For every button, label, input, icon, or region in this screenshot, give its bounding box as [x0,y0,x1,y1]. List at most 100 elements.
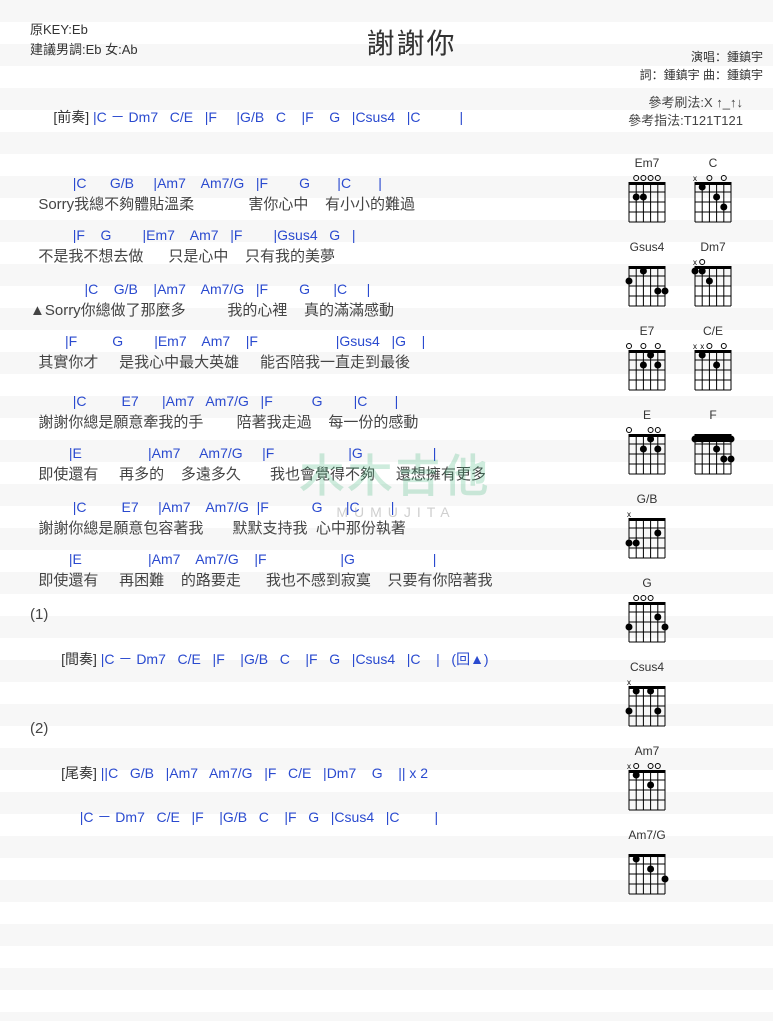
song-title: 謝謝你 [230,18,593,84]
header: 原KEY:Eb 建議男調:Eb 女:Ab 謝謝你 演唱：鍾鎮宇 詞：鍾鎮宇 曲：… [30,18,763,84]
chord-diagram: G [623,576,671,644]
chord-diagrams-column: Em7CxGsus4Dm7xE7C/ExxEFG/BxGCsus4xAm7xAm… [617,156,763,896]
reference-block: 參考刷法:X ↑_↑↓ 參考指法:T121T121 [628,94,763,130]
chord-line: |F G |Em7 Am7 |F |Gsus4 |G | [30,330,617,352]
chord-grid [689,424,737,476]
diagram-row: E7 C/E xx [623,324,763,392]
chord-diagram: Dm7 x [689,240,737,308]
diagram-row: Csus4 x [623,660,763,728]
main-area: |C G/B |Am7 Am7/G |F G |C | Sorry我總不夠體貼溫… [30,156,763,896]
outro-tag: [尾奏] [61,765,97,781]
diagram-row: Am7 x [623,744,763,812]
chord-grid: x [623,508,671,560]
chord-name: Dm7 [689,240,737,254]
chord-name: G/B [623,492,671,506]
marker-1: (1) [30,604,617,626]
lyric-line: ▲Sorry你總做了那麼多 我的心裡 真的滿滿感動 [30,300,617,322]
lyric-line: 即使還有 再困難 的路要走 我也不感到寂寞 只要有你陪著我 [30,570,617,592]
header-right: 演唱：鍾鎮宇 詞：鍾鎮宇 曲：鍾鎮宇 [593,18,763,84]
verse-pair: |F G |Em7 Am7 |F |Gsus4 |G | 其實你才 是我心中最大… [30,330,617,374]
verses: |C G/B |Am7 Am7/G |F G |C | Sorry我總不夠體貼溫… [30,172,617,592]
ref-finger: 參考指法:T121T121 [628,112,743,130]
chord-grid [623,172,671,224]
chord-name: Csus4 [623,660,671,674]
diagram-row: Am7/G [623,828,763,896]
chord-diagram: Am7 x [623,744,671,812]
chord-diagram: Csus4 x [623,660,671,728]
lyric-line: Sorry我總不夠體貼溫柔 害你心中 有小小的難過 [30,194,617,216]
verse-pair: |C E7 |Am7 Am7/G |F G |C | 謝謝你總是願意包容著我 默… [30,496,617,540]
diagram-row: G [623,576,763,644]
chord-diagram: G/B x [623,492,671,560]
chord-name: C/E [689,324,737,338]
interlude-chords: |C － Dm7 C/E |F |G/B C |F G |Csus4 |C | … [97,651,489,667]
lyric-line: 即使還有 再多的 多遠多久 我也會覺得不夠 還想擁有更多 [30,464,617,486]
chord-line: |E |Am7 Am7/G |F |G | [30,548,617,570]
chord-diagram: Em7 [623,156,671,224]
chord-grid: xx [689,340,737,392]
chord-diagram: Am7/G [623,828,671,896]
svg-text:x: x [627,510,631,519]
chord-name: Gsus4 [623,240,671,254]
chord-line: |C G/B |Am7 Am7/G |F G |C | [30,278,617,300]
chord-name: Am7 [623,744,671,758]
chord-name: F [689,408,737,422]
interlude-line: [間奏] |C － Dm7 C/E |F |G/B C |F G |Csus4 … [30,626,617,692]
intro-tag: [前奏] [53,109,89,125]
lyric-line: 不是我不想去做 只是心中 只有我的美夢 [30,246,617,268]
chord-grid: x [689,256,737,308]
chord-name: Am7/G [623,828,671,842]
lyric-line: 謝謝你總是願意牽我的手 陪著我走過 每一份的感動 [30,412,617,434]
outro-chords-1: ||C G/B |Am7 Am7/G |F C/E |Dm7 G || x 2 [97,765,428,781]
svg-text:x: x [693,258,697,267]
svg-text:x: x [693,174,697,183]
outro-line-2: |C － Dm7 C/E |F |G/B C |F G |Csus4 |C | [30,806,617,828]
credits: 詞：鍾鎮宇 曲：鍾鎮宇 [593,66,763,84]
chord-grid [623,592,671,644]
intro-line: [前奏] |C － Dm7 C/E |F |G/B C |F G |Csus4 … [30,84,628,150]
intro-row: [前奏] |C － Dm7 C/E |F |G/B C |F G |Csus4 … [30,84,763,150]
chord-grid: x [623,676,671,728]
chord-name: E [623,408,671,422]
header-left: 原KEY:Eb 建議男調:Eb 女:Ab [30,18,230,84]
verse-pair: |C G/B |Am7 Am7/G |F G |C | Sorry我總不夠體貼溫… [30,172,617,216]
chord-name: Em7 [623,156,671,170]
chord-grid [623,424,671,476]
diagram-row: Em7 Cx [623,156,763,224]
chord-grid [623,844,671,896]
chord-diagram: Gsus4 [623,240,671,308]
chord-line: |F G |Em7 Am7 |F |Gsus4 G | [30,224,617,246]
chord-name: E7 [623,324,671,338]
verse-pair: |E |Am7 Am7/G |F |G | 即使還有 再困難 的路要走 我也不感… [30,548,617,592]
diagram-row: EF [623,408,763,476]
page: 原KEY:Eb 建議男調:Eb 女:Ab 謝謝你 演唱：鍾鎮宇 詞：鍾鎮宇 曲：… [0,0,773,906]
verse-pair: |C E7 |Am7 Am7/G |F G |C | 謝謝你總是願意牽我的手 陪… [30,390,617,434]
suggested-key: 建議男調:Eb 女:Ab [30,40,230,60]
lyric-line: 謝謝你總是願意包容著我 默默支持我 心中那份執著 [30,518,617,540]
svg-text:x: x [700,342,704,351]
chord-name: G [623,576,671,590]
svg-text:x: x [693,342,697,351]
lyric-line: 其實你才 是我心中最大英雄 能否陪我一直走到最後 [30,352,617,374]
interlude-tag: [間奏] [61,651,97,667]
marker-2: (2) [30,718,617,740]
intro-chords: |C － Dm7 C/E |F |G/B C |F G |Csus4 |C | [89,109,463,125]
chord-diagram: F [689,408,737,476]
chord-diagram: E [623,408,671,476]
verse-pair: |F G |Em7 Am7 |F |Gsus4 G | 不是我不想去做 只是心中… [30,224,617,268]
chord-diagram: Cx [689,156,737,224]
chord-line: |C E7 |Am7 Am7/G |F G |C | [30,496,617,518]
chord-diagram: C/E xx [689,324,737,392]
svg-text:x: x [627,762,631,771]
verse-pair: |C G/B |Am7 Am7/G |F G |C |▲Sorry你總做了那麼多… [30,278,617,322]
svg-text:x: x [627,678,631,687]
chord-line: |C E7 |Am7 Am7/G |F G |C | [30,390,617,412]
chord-grid: x [623,760,671,812]
lyrics-column: |C G/B |Am7 Am7/G |F G |C | Sorry我總不夠體貼溫… [30,156,617,896]
verse-pair: |E |Am7 Am7/G |F |G | 即使還有 再多的 多遠多久 我也會覺… [30,442,617,486]
performer: 演唱：鍾鎮宇 [593,48,763,66]
chord-grid [623,256,671,308]
chord-line: |E |Am7 Am7/G |F |G | [30,442,617,464]
original-key: 原KEY:Eb [30,20,230,40]
diagram-row: Gsus4 Dm7 x [623,240,763,308]
